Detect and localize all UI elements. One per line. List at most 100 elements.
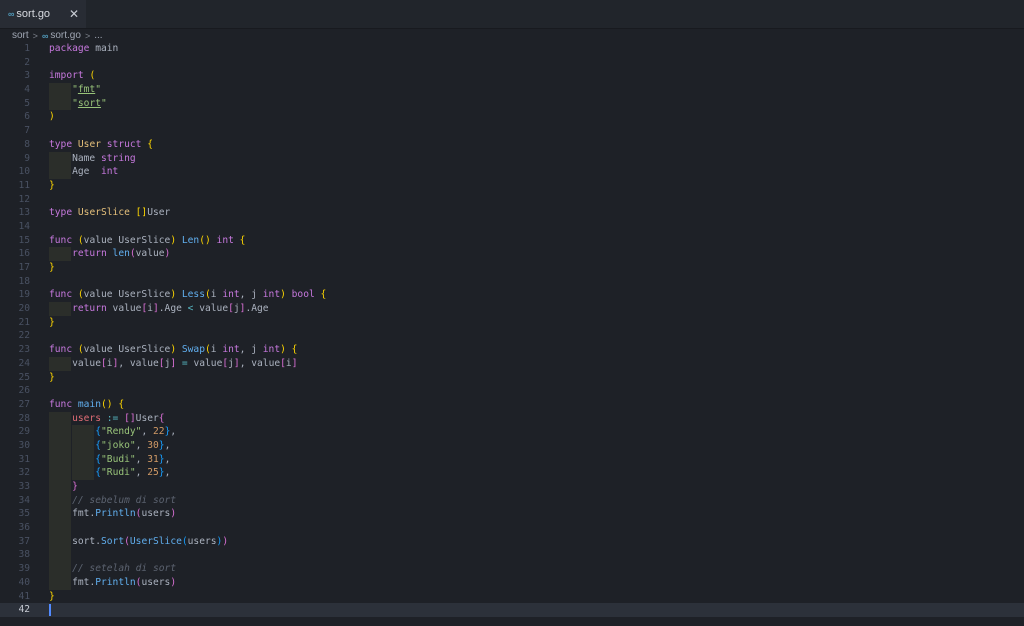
- code-line[interactable]: 12: [0, 193, 1024, 207]
- code-line[interactable]: 31 {"Budi", 31},: [0, 452, 1024, 467]
- line-number: 29: [18, 426, 30, 438]
- code-line[interactable]: 13 type UserSlice []User: [0, 206, 1024, 220]
- line-number: 25: [18, 371, 30, 383]
- code-line[interactable]: 29 {"Rendy", 22},: [0, 425, 1024, 439]
- line-number: 3: [24, 70, 30, 82]
- code-text: return value[i].Age < value[j].Age: [72, 303, 269, 315]
- code-editor[interactable]: 1 package main 2 3 import (4 "fmt" 5 "sort" 6) 7 8…: [0, 42, 1024, 626]
- code-text: type UserSlice []User: [49, 207, 171, 219]
- line-number: 6: [24, 111, 30, 123]
- line-number: 34: [18, 494, 30, 506]
- line-number: 1: [24, 43, 30, 54]
- indent-guide: [49, 507, 72, 522]
- code-line[interactable]: 19 func (value UserSlice) Less(i int, j i…: [0, 288, 1024, 302]
- indent-guide: [49, 480, 72, 494]
- code-line[interactable]: 17}: [0, 261, 1024, 275]
- indent-guide: [49, 151, 72, 166]
- code-line[interactable]: 25}: [0, 371, 1024, 385]
- code-line[interactable]: 22: [0, 329, 1024, 343]
- breadcrumb: sort > ∞ sort.go > ...: [0, 29, 1024, 42]
- breadcrumb-more[interactable]: ...: [94, 30, 102, 41]
- line-number: 19: [18, 289, 30, 301]
- code-line[interactable]: 26: [0, 384, 1024, 398]
- code-line[interactable]: 41}: [0, 590, 1024, 604]
- code-text: {"Budi", 31},: [95, 453, 171, 465]
- code-line[interactable]: 35 fmt.Println(users): [0, 507, 1024, 522]
- breadcrumb-folder[interactable]: sort: [12, 30, 29, 41]
- code-line[interactable]: 36: [0, 521, 1024, 535]
- indent-guide: [49, 466, 72, 480]
- line-number: 27: [18, 398, 30, 410]
- line-number: 33: [18, 481, 30, 492]
- indent-guide: [49, 521, 72, 535]
- code-line[interactable]: 14: [0, 220, 1024, 234]
- code-text: return len(value): [72, 248, 171, 260]
- code-line[interactable]: 32 {"Rudi", 25},: [0, 466, 1024, 480]
- line-number: 12: [18, 193, 30, 205]
- code-text: "sort": [72, 97, 107, 109]
- code-line[interactable]: 6): [0, 110, 1024, 124]
- code-line[interactable]: 33}: [0, 480, 1024, 494]
- line-number: 40: [18, 576, 30, 588]
- indent-guide: [49, 548, 72, 563]
- code-text: {"joko", 30},: [95, 439, 171, 451]
- indent-guide: [49, 83, 72, 97]
- code-line[interactable]: 7: [0, 124, 1024, 138]
- code-line[interactable]: 30 {"joko", 30},: [0, 438, 1024, 453]
- code-line[interactable]: 27 func main() {: [0, 398, 1024, 412]
- code-line[interactable]: 34 // sebelum di sort: [0, 493, 1024, 508]
- code-line[interactable]: 21}: [0, 316, 1024, 330]
- code-line[interactable]: 5 "sort": [0, 96, 1024, 111]
- indent-guide: [49, 96, 72, 111]
- code-text: func main() {: [49, 398, 125, 410]
- close-icon[interactable]: ✕: [69, 7, 79, 21]
- indent-guide: [49, 438, 72, 453]
- indent-guide: [49, 493, 72, 508]
- code-line[interactable]: 8 type User struct {: [0, 138, 1024, 152]
- tab-bar: ∞ sort.go ✕: [0, 0, 1024, 29]
- code-text: sort.Sort(UserSlice(users)): [72, 535, 229, 547]
- indent-guide: [72, 438, 95, 453]
- line-number: 24: [18, 357, 30, 369]
- code-line[interactable]: 39 // setelah di sort: [0, 562, 1024, 576]
- code-text: }: [49, 262, 55, 273]
- code-line[interactable]: 20 return value[i].Age < value[j].Age: [0, 302, 1024, 316]
- indent-guide: [72, 425, 95, 439]
- code-text: {"Rudi", 25},: [95, 467, 171, 479]
- code-line[interactable]: 1 package main: [0, 42, 1024, 56]
- code-line[interactable]: 16 return len(value): [0, 247, 1024, 261]
- code-line[interactable]: 10 Age int: [0, 165, 1024, 179]
- code-text: value[i], value[j] = value[j], value[i]: [72, 357, 298, 369]
- chevron-right-icon: >: [32, 30, 38, 41]
- code-text: // setelah di sort: [72, 563, 177, 575]
- code-line[interactable]: 23 func (value UserSlice) Swap(i int, j i…: [0, 343, 1024, 357]
- code-line[interactable]: 38: [0, 548, 1024, 563]
- indent-guide: [49, 425, 72, 439]
- code-line[interactable]: 42: [0, 603, 1024, 617]
- code-text: }: [49, 371, 55, 383]
- code-line[interactable]: 37 sort.Sort(UserSlice(users)): [0, 534, 1024, 549]
- code-line[interactable]: 18: [0, 275, 1024, 289]
- code-line[interactable]: 15 func (value UserSlice) Len() int {: [0, 234, 1024, 248]
- code-text: Name string: [72, 152, 136, 164]
- code-line[interactable]: 24 value[i], value[j] = value[j], value[i…: [0, 356, 1024, 371]
- code-line[interactable]: 4 "fmt": [0, 83, 1024, 97]
- code-line[interactable]: 9 Name string: [0, 151, 1024, 166]
- line-number: 4: [24, 84, 30, 96]
- line-number: 10: [18, 166, 30, 178]
- code-line[interactable]: 28 users := []User{: [0, 411, 1024, 426]
- line-number: 8: [24, 138, 30, 150]
- tab-sort-go[interactable]: ∞ sort.go ✕: [0, 0, 86, 28]
- indent-guide: [49, 575, 72, 590]
- indent-guide: [49, 452, 72, 467]
- code-line[interactable]: 11}: [0, 179, 1024, 193]
- text-cursor: [49, 604, 51, 617]
- code-text: // sebelum di sort: [72, 494, 177, 506]
- line-number: 38: [18, 549, 30, 561]
- code-line[interactable]: 40 fmt.Println(users): [0, 575, 1024, 590]
- line-number: 22: [18, 330, 30, 342]
- code-text: }: [49, 179, 55, 191]
- code-line[interactable]: 3 import (: [0, 69, 1024, 83]
- breadcrumb-file[interactable]: sort.go: [50, 30, 81, 41]
- code-line[interactable]: 2: [0, 56, 1024, 70]
